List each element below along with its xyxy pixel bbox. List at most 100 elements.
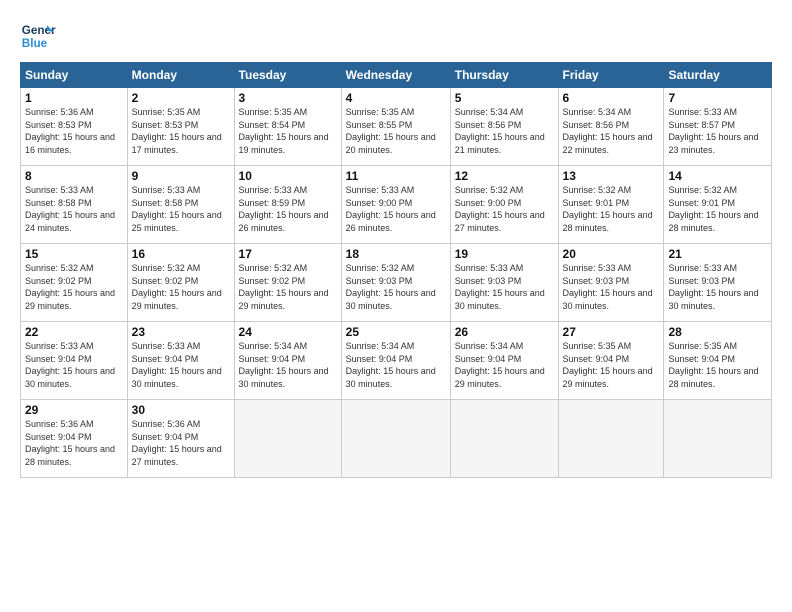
day-info: Sunrise: 5:35 AMSunset: 9:04 PMDaylight:… bbox=[563, 340, 660, 390]
day-info: Sunrise: 5:36 AMSunset: 8:53 PMDaylight:… bbox=[25, 106, 123, 156]
day-info: Sunrise: 5:33 AMSunset: 9:03 PMDaylight:… bbox=[455, 262, 554, 312]
header: General Blue bbox=[20, 18, 772, 54]
day-info: Sunrise: 5:36 AMSunset: 9:04 PMDaylight:… bbox=[132, 418, 230, 468]
day-info: Sunrise: 5:36 AMSunset: 9:04 PMDaylight:… bbox=[25, 418, 123, 468]
day-cell: 4Sunrise: 5:35 AMSunset: 8:55 PMDaylight… bbox=[341, 88, 450, 166]
day-info: Sunrise: 5:34 AMSunset: 9:04 PMDaylight:… bbox=[239, 340, 337, 390]
empty-cell bbox=[450, 400, 558, 478]
day-number: 25 bbox=[346, 325, 446, 339]
weekday-header: Tuesday bbox=[234, 63, 341, 88]
calendar-week-row: 1Sunrise: 5:36 AMSunset: 8:53 PMDaylight… bbox=[21, 88, 772, 166]
weekday-header: Monday bbox=[127, 63, 234, 88]
weekday-header-row: SundayMondayTuesdayWednesdayThursdayFrid… bbox=[21, 63, 772, 88]
day-info: Sunrise: 5:35 AMSunset: 8:55 PMDaylight:… bbox=[346, 106, 446, 156]
day-info: Sunrise: 5:34 AMSunset: 9:04 PMDaylight:… bbox=[455, 340, 554, 390]
day-number: 26 bbox=[455, 325, 554, 339]
weekday-header: Thursday bbox=[450, 63, 558, 88]
page: General Blue SundayMondayTuesdayWednesda… bbox=[0, 0, 792, 612]
day-number: 18 bbox=[346, 247, 446, 261]
weekday-header: Friday bbox=[558, 63, 664, 88]
day-info: Sunrise: 5:33 AMSunset: 8:57 PMDaylight:… bbox=[668, 106, 767, 156]
logo-icon: General Blue bbox=[20, 18, 56, 54]
day-number: 16 bbox=[132, 247, 230, 261]
day-info: Sunrise: 5:33 AMSunset: 9:04 PMDaylight:… bbox=[132, 340, 230, 390]
day-cell: 15Sunrise: 5:32 AMSunset: 9:02 PMDayligh… bbox=[21, 244, 128, 322]
day-cell: 22Sunrise: 5:33 AMSunset: 9:04 PMDayligh… bbox=[21, 322, 128, 400]
day-number: 1 bbox=[25, 91, 123, 105]
day-cell: 19Sunrise: 5:33 AMSunset: 9:03 PMDayligh… bbox=[450, 244, 558, 322]
day-cell: 21Sunrise: 5:33 AMSunset: 9:03 PMDayligh… bbox=[664, 244, 772, 322]
day-info: Sunrise: 5:34 AMSunset: 8:56 PMDaylight:… bbox=[563, 106, 660, 156]
day-info: Sunrise: 5:33 AMSunset: 8:58 PMDaylight:… bbox=[132, 184, 230, 234]
day-cell: 12Sunrise: 5:32 AMSunset: 9:00 PMDayligh… bbox=[450, 166, 558, 244]
empty-cell bbox=[341, 400, 450, 478]
day-number: 24 bbox=[239, 325, 337, 339]
calendar-table: SundayMondayTuesdayWednesdayThursdayFrid… bbox=[20, 62, 772, 478]
day-cell: 5Sunrise: 5:34 AMSunset: 8:56 PMDaylight… bbox=[450, 88, 558, 166]
day-cell: 29Sunrise: 5:36 AMSunset: 9:04 PMDayligh… bbox=[21, 400, 128, 478]
day-cell: 6Sunrise: 5:34 AMSunset: 8:56 PMDaylight… bbox=[558, 88, 664, 166]
day-info: Sunrise: 5:32 AMSunset: 9:01 PMDaylight:… bbox=[668, 184, 767, 234]
day-number: 29 bbox=[25, 403, 123, 417]
day-number: 22 bbox=[25, 325, 123, 339]
day-info: Sunrise: 5:32 AMSunset: 9:02 PMDaylight:… bbox=[132, 262, 230, 312]
calendar-week-row: 29Sunrise: 5:36 AMSunset: 9:04 PMDayligh… bbox=[21, 400, 772, 478]
day-cell: 7Sunrise: 5:33 AMSunset: 8:57 PMDaylight… bbox=[664, 88, 772, 166]
day-cell: 11Sunrise: 5:33 AMSunset: 9:00 PMDayligh… bbox=[341, 166, 450, 244]
day-cell: 24Sunrise: 5:34 AMSunset: 9:04 PMDayligh… bbox=[234, 322, 341, 400]
day-cell: 9Sunrise: 5:33 AMSunset: 8:58 PMDaylight… bbox=[127, 166, 234, 244]
day-number: 28 bbox=[668, 325, 767, 339]
empty-cell bbox=[234, 400, 341, 478]
logo: General Blue bbox=[20, 18, 56, 54]
day-number: 17 bbox=[239, 247, 337, 261]
day-info: Sunrise: 5:34 AMSunset: 9:04 PMDaylight:… bbox=[346, 340, 446, 390]
day-number: 12 bbox=[455, 169, 554, 183]
day-number: 19 bbox=[455, 247, 554, 261]
day-cell: 28Sunrise: 5:35 AMSunset: 9:04 PMDayligh… bbox=[664, 322, 772, 400]
day-number: 6 bbox=[563, 91, 660, 105]
day-info: Sunrise: 5:33 AMSunset: 9:03 PMDaylight:… bbox=[563, 262, 660, 312]
day-cell: 16Sunrise: 5:32 AMSunset: 9:02 PMDayligh… bbox=[127, 244, 234, 322]
day-info: Sunrise: 5:35 AMSunset: 9:04 PMDaylight:… bbox=[668, 340, 767, 390]
day-number: 9 bbox=[132, 169, 230, 183]
calendar-week-row: 15Sunrise: 5:32 AMSunset: 9:02 PMDayligh… bbox=[21, 244, 772, 322]
day-cell: 30Sunrise: 5:36 AMSunset: 9:04 PMDayligh… bbox=[127, 400, 234, 478]
day-number: 2 bbox=[132, 91, 230, 105]
day-info: Sunrise: 5:33 AMSunset: 8:59 PMDaylight:… bbox=[239, 184, 337, 234]
weekday-header: Sunday bbox=[21, 63, 128, 88]
day-number: 13 bbox=[563, 169, 660, 183]
day-number: 30 bbox=[132, 403, 230, 417]
day-number: 7 bbox=[668, 91, 767, 105]
day-number: 11 bbox=[346, 169, 446, 183]
day-info: Sunrise: 5:33 AMSunset: 9:00 PMDaylight:… bbox=[346, 184, 446, 234]
day-info: Sunrise: 5:34 AMSunset: 8:56 PMDaylight:… bbox=[455, 106, 554, 156]
day-cell: 27Sunrise: 5:35 AMSunset: 9:04 PMDayligh… bbox=[558, 322, 664, 400]
day-number: 15 bbox=[25, 247, 123, 261]
day-info: Sunrise: 5:32 AMSunset: 9:02 PMDaylight:… bbox=[239, 262, 337, 312]
day-number: 21 bbox=[668, 247, 767, 261]
day-number: 5 bbox=[455, 91, 554, 105]
day-cell: 1Sunrise: 5:36 AMSunset: 8:53 PMDaylight… bbox=[21, 88, 128, 166]
day-number: 3 bbox=[239, 91, 337, 105]
day-number: 20 bbox=[563, 247, 660, 261]
day-cell: 8Sunrise: 5:33 AMSunset: 8:58 PMDaylight… bbox=[21, 166, 128, 244]
empty-cell bbox=[558, 400, 664, 478]
empty-cell bbox=[664, 400, 772, 478]
svg-text:Blue: Blue bbox=[22, 37, 48, 50]
day-number: 14 bbox=[668, 169, 767, 183]
day-info: Sunrise: 5:32 AMSunset: 9:02 PMDaylight:… bbox=[25, 262, 123, 312]
day-number: 10 bbox=[239, 169, 337, 183]
day-info: Sunrise: 5:35 AMSunset: 8:54 PMDaylight:… bbox=[239, 106, 337, 156]
day-cell: 25Sunrise: 5:34 AMSunset: 9:04 PMDayligh… bbox=[341, 322, 450, 400]
day-cell: 3Sunrise: 5:35 AMSunset: 8:54 PMDaylight… bbox=[234, 88, 341, 166]
day-cell: 2Sunrise: 5:35 AMSunset: 8:53 PMDaylight… bbox=[127, 88, 234, 166]
day-info: Sunrise: 5:33 AMSunset: 9:04 PMDaylight:… bbox=[25, 340, 123, 390]
day-info: Sunrise: 5:33 AMSunset: 8:58 PMDaylight:… bbox=[25, 184, 123, 234]
day-info: Sunrise: 5:32 AMSunset: 9:00 PMDaylight:… bbox=[455, 184, 554, 234]
day-number: 23 bbox=[132, 325, 230, 339]
day-number: 8 bbox=[25, 169, 123, 183]
calendar-week-row: 22Sunrise: 5:33 AMSunset: 9:04 PMDayligh… bbox=[21, 322, 772, 400]
day-info: Sunrise: 5:32 AMSunset: 9:03 PMDaylight:… bbox=[346, 262, 446, 312]
day-cell: 10Sunrise: 5:33 AMSunset: 8:59 PMDayligh… bbox=[234, 166, 341, 244]
day-info: Sunrise: 5:32 AMSunset: 9:01 PMDaylight:… bbox=[563, 184, 660, 234]
